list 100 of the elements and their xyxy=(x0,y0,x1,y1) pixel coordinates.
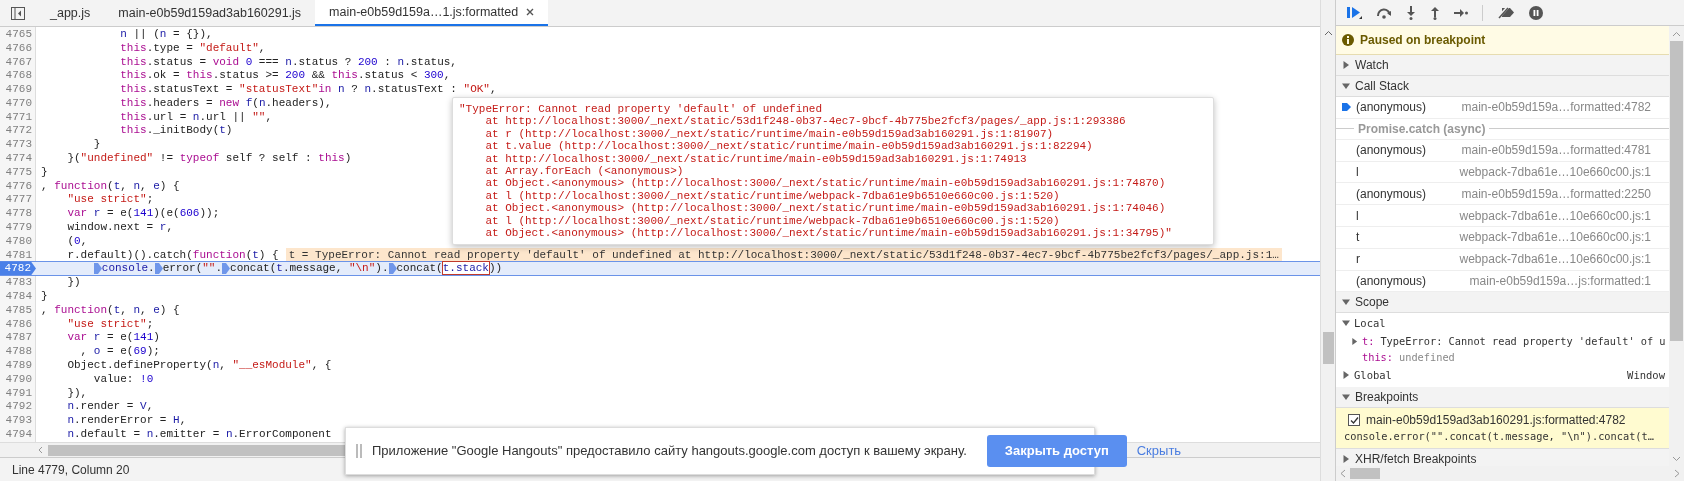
code-text: , function(t, n, e) { xyxy=(41,178,180,193)
line-number[interactable]: 4777 xyxy=(0,192,36,207)
line-number[interactable]: 4791 xyxy=(0,385,36,400)
code-text: this.statusText = "statusText"in n ? n.statusText : "OK", xyxy=(119,82,497,97)
section-header[interactable]: Scope xyxy=(1336,292,1669,314)
file-tab[interactable]: _app.js xyxy=(36,0,105,26)
error-stack-line: at Object.<anonymous> (http://localhost:3000/_next/static/runtime/main-e0b59d159ad3ab160291.js:1:74046) xyxy=(484,202,1167,215)
triangle-icon[interactable] xyxy=(1342,371,1350,380)
deactivate-breakpoints-icon[interactable] xyxy=(1497,6,1515,19)
code-text: error("". xyxy=(162,261,223,276)
resume-icon[interactable] xyxy=(1346,5,1362,20)
file-tab[interactable]: main-e0b59d159ad3ab160291.js xyxy=(104,0,316,26)
triangle-icon[interactable] xyxy=(1342,454,1350,463)
line-number[interactable]: 4782 xyxy=(0,261,36,276)
scope-row[interactable]: Local xyxy=(1336,313,1669,334)
line-number[interactable]: 4794 xyxy=(0,427,36,441)
line-number[interactable]: 4772 xyxy=(0,123,36,138)
line-number[interactable]: 4779 xyxy=(0,220,36,235)
line-number[interactable]: 4789 xyxy=(0,358,36,373)
line-number[interactable]: 4771 xyxy=(0,109,36,124)
section-header[interactable]: Breakpoints xyxy=(1336,387,1669,409)
triangle-icon[interactable] xyxy=(1342,298,1350,307)
info-icon xyxy=(1342,34,1354,46)
code-text: this.headers = new f(n.headers), xyxy=(119,95,332,110)
line-number[interactable]: 4766 xyxy=(0,40,36,55)
line-number[interactable]: 4785 xyxy=(0,302,36,317)
line-number[interactable]: 4786 xyxy=(0,316,36,331)
call-frame[interactable]: (anonymous) main-e0b59d159a…formatted:4782 xyxy=(1336,97,1669,119)
line-number[interactable]: 4781 xyxy=(0,247,36,262)
step-into-icon[interactable] xyxy=(1406,5,1416,20)
section-title: XHR/fetch Breakpoints xyxy=(1355,450,1477,466)
line-number[interactable]: 4768 xyxy=(0,68,36,83)
code-text: this.type = "default", xyxy=(119,40,266,55)
line-number[interactable]: 4770 xyxy=(0,95,36,110)
line-number[interactable]: 4784 xyxy=(0,289,36,304)
error-stack-line: at r (http://localhost:3000/_next/static/runtime/main-e0b59d159ad3ab160291.js:1:81907) xyxy=(484,127,1055,141)
triangle-icon[interactable] xyxy=(1342,61,1350,69)
scope-row[interactable]: Global Window xyxy=(1336,365,1669,386)
code-text: } xyxy=(41,289,48,304)
section-title: Watch xyxy=(1355,57,1389,74)
hide-link[interactable]: Скрыть xyxy=(1136,441,1182,461)
code-text: } xyxy=(41,164,48,179)
breakpoint-item[interactable]: main-e0b59d159ad3ab160291.js:formatted:4782 console.error("".concat(t.message, "\n").concat(t… xyxy=(1336,408,1669,449)
notification-message: Приложение "Google Hangouts" предоставило сайту hangouts.google.com доступ к вашему экрану. xyxy=(372,442,967,461)
triangle-icon[interactable] xyxy=(1351,337,1358,345)
execution-marker-icon[interactable] xyxy=(93,262,102,274)
line-number[interactable]: 4775 xyxy=(0,164,36,179)
code-text: } xyxy=(92,137,101,152)
file-tab[interactable]: main-e0b59d159a…1.js:formatted xyxy=(315,0,549,26)
line-number[interactable]: 4788 xyxy=(0,344,36,359)
step-icon[interactable] xyxy=(1454,7,1468,18)
execution-marker-icon[interactable] xyxy=(222,262,231,274)
call-frame[interactable]: r webpack-7dba61e…10e660c00.js:1 xyxy=(1336,248,1669,271)
call-frame[interactable]: l webpack-7dba61e…10e660c00.js:1 xyxy=(1336,161,1669,184)
code-text: value: !0 xyxy=(92,371,154,386)
line-number[interactable]: 4776 xyxy=(0,178,36,193)
line-number[interactable]: 4778 xyxy=(0,206,36,221)
line-number[interactable]: 4793 xyxy=(0,413,36,428)
line-number[interactable]: 4783 xyxy=(0,275,36,290)
execution-marker-icon[interactable] xyxy=(388,262,397,274)
close-icon[interactable] xyxy=(526,8,535,16)
triangle-icon[interactable] xyxy=(1342,393,1350,402)
step-over-icon[interactable] xyxy=(1376,6,1392,19)
line-number[interactable]: 4774 xyxy=(0,151,36,166)
scope-variable[interactable]: this: undefined xyxy=(1336,349,1669,366)
line-number[interactable]: 4773 xyxy=(0,137,36,152)
line-number[interactable]: 4769 xyxy=(0,82,36,97)
line-number[interactable]: 4780 xyxy=(0,233,36,248)
triangle-icon[interactable] xyxy=(1342,82,1350,90)
scope-variable[interactable]: t: TypeError: Cannot read property 'default' of u xyxy=(1336,333,1669,350)
line-number[interactable]: 4792 xyxy=(0,399,36,414)
horizontal-scrollbar-thumb[interactable] xyxy=(1350,468,1380,479)
horizontal-scrollbar-thumb[interactable] xyxy=(48,444,348,456)
scroll-up-icon[interactable] xyxy=(1323,30,1333,36)
execution-marker-icon[interactable] xyxy=(154,262,163,274)
error-stack-line: at l (http://localhost:3000/_next/static/runtime/webpack-7dba61e9b6510e660c00.js:1:520) xyxy=(484,214,1061,228)
code-text: this.ok = this.status >= 200 && this.status < 300, xyxy=(119,68,451,83)
line-number[interactable]: 4790 xyxy=(0,371,36,386)
line-number[interactable]: 4765 xyxy=(0,27,36,41)
pause-on-exceptions-icon[interactable] xyxy=(1529,5,1543,20)
line-number[interactable]: 4787 xyxy=(0,330,36,345)
step-out-icon[interactable] xyxy=(1430,5,1440,20)
call-frame[interactable]: (anonymous) main-e0b59d159a…formatted:2250 xyxy=(1336,183,1669,206)
sidebar-toggle-icon[interactable] xyxy=(11,7,25,20)
call-frame[interactable]: (anonymous) main-e0b59d159a…formatted:4781 xyxy=(1336,139,1669,162)
error-stack-line: at Object.<anonymous> (http://localhost:3000/_next/static/runtime/main-e0b59d159ad3ab160291.js:1:34795)" xyxy=(484,227,1173,240)
code-text: , function(t, n, e) { xyxy=(41,302,180,317)
code-text: window.next = r, xyxy=(66,220,174,235)
call-frame[interactable]: l webpack-7dba61e…10e660c00.js:1 xyxy=(1336,205,1669,227)
drag-handle-icon[interactable] xyxy=(356,444,362,458)
vertical-scrollbar-thumb[interactable] xyxy=(1670,41,1683,341)
section-header[interactable]: Call Stack xyxy=(1336,76,1669,97)
section-header[interactable]: Watch xyxy=(1336,55,1669,76)
triangle-icon[interactable] xyxy=(1342,319,1350,328)
vertical-scrollbar-thumb[interactable] xyxy=(1322,332,1334,364)
line-number[interactable]: 4767 xyxy=(0,54,36,69)
stop-sharing-button[interactable]: Закрыть доступ xyxy=(986,435,1127,467)
call-frame[interactable]: t webpack-7dba61e…10e660c00.js:1 xyxy=(1336,227,1669,249)
code-text: "use strict"; xyxy=(66,316,154,331)
checkbox[interactable] xyxy=(1348,414,1360,427)
